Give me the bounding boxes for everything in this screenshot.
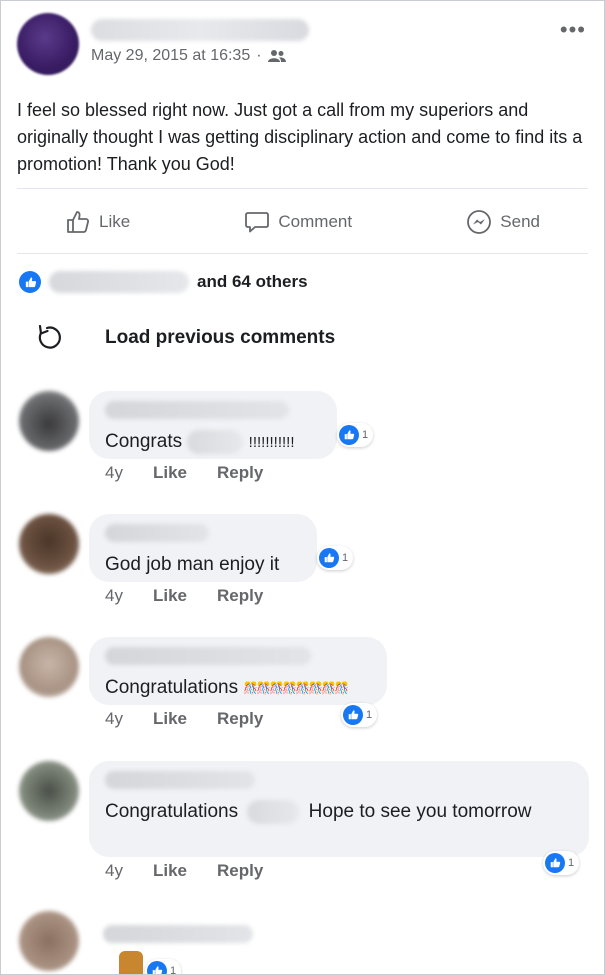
comment-reaction-pill[interactable]: 1 <box>337 423 374 447</box>
party-emoji: 🎊🎊🎊🎊🎊🎊🎊🎊 <box>243 681 349 695</box>
comment-text-part: Hope to see you tomorrow <box>308 801 532 822</box>
thumbs-up-badge-icon <box>19 271 41 293</box>
thumbs-up-badge-icon <box>343 705 363 725</box>
commenter-avatar[interactable] <box>19 514 79 574</box>
thumbs-up-badge-icon <box>545 853 565 873</box>
comment-item: Congrats !!!!!!!!!!! 1 4y Like Reply <box>19 391 588 491</box>
thumbs-up-emoji <box>119 951 143 974</box>
comment-reaction-pill[interactable]: 1 <box>341 703 378 727</box>
comment-reply-link[interactable]: Reply <box>217 586 263 606</box>
thumbs-up-badge-icon <box>339 425 359 445</box>
comment-button[interactable]: Comment <box>244 209 352 235</box>
thumbs-up-badge-icon <box>147 961 167 974</box>
tagged-name-blurred[interactable] <box>187 429 244 454</box>
post-text: I feel so blessed right now. Just got a … <box>17 100 583 174</box>
post-meta: May 29, 2015 at 16:35 · <box>91 47 286 65</box>
comment-time: 4y <box>105 861 123 880</box>
comment-like-link[interactable]: Like <box>153 463 187 483</box>
comment-text: Congratulations 🎊🎊🎊🎊🎊🎊🎊🎊 <box>105 675 371 701</box>
comment-reply-link[interactable]: Reply <box>217 709 263 729</box>
load-previous-comments[interactable]: Load previous comments <box>31 321 335 355</box>
comment-time: 4y <box>105 586 123 605</box>
more-icon[interactable]: ••• <box>560 19 586 41</box>
reaction-count: 1 <box>362 429 369 441</box>
comment-item: Congratulations 🎊🎊🎊🎊🎊🎊🎊🎊 1 4y Like Reply <box>19 637 588 737</box>
reaction-count: 1 <box>366 709 373 721</box>
comment-bubble: Congrats !!!!!!!!!!! <box>89 391 337 459</box>
author-name-blurred[interactable] <box>91 19 309 41</box>
comment-meta: 4y Like Reply <box>105 861 263 881</box>
commenter-name-blurred[interactable] <box>105 771 255 789</box>
post-timestamp[interactable]: May 29, 2015 at 16:35 <box>91 47 250 65</box>
commenter-name-blurred[interactable] <box>103 925 253 943</box>
comment-text-part: Congrats <box>105 431 183 452</box>
comment-text-part: Congratulations <box>105 677 239 699</box>
thumbs-up-badge-icon <box>319 548 339 568</box>
comment-icon <box>245 212 270 233</box>
reactions-summary[interactable]: and 64 others <box>19 271 308 293</box>
author-avatar[interactable] <box>17 13 79 75</box>
reaction-count: 1 <box>342 552 349 564</box>
post-header: May 29, 2015 at 16:35 · ••• <box>17 13 588 77</box>
send-button[interactable]: Send <box>466 209 540 235</box>
post-card: May 29, 2015 at 16:35 · ••• I feel so bl… <box>0 0 605 975</box>
comment-meta: 4y Like Reply <box>105 463 263 483</box>
comment-item: Congratulations Hope to see you tomorrow… <box>19 761 589 891</box>
reactions-count-text: and 64 others <box>197 272 308 291</box>
divider <box>17 188 588 189</box>
comment-time: 4y <box>105 463 123 482</box>
comment-reply-link[interactable]: Reply <box>217 463 263 483</box>
messenger-icon <box>467 210 492 234</box>
comment-text: Congrats !!!!!!!!!!! <box>105 429 321 456</box>
commenter-name-blurred[interactable] <box>105 647 311 665</box>
post-actions: Like Comment Send <box>17 197 588 247</box>
commenter-name-blurred[interactable] <box>105 401 289 419</box>
load-previous-label: Load previous comments <box>105 327 336 348</box>
commenter-avatar[interactable] <box>19 911 79 971</box>
comment-reaction-pill[interactable]: 1 <box>317 546 354 570</box>
divider <box>17 253 588 254</box>
comment-reply-link[interactable]: Reply <box>217 861 263 881</box>
commenter-avatar[interactable] <box>19 637 79 697</box>
reactor-name-blurred[interactable] <box>49 271 189 293</box>
like-icon <box>67 211 90 233</box>
send-label: Send <box>500 212 540 231</box>
reload-icon <box>38 324 61 349</box>
reaction-count: 1 <box>568 857 575 869</box>
like-label: Like <box>99 212 131 231</box>
comment-reaction-pill[interactable]: 1 <box>543 851 580 875</box>
comment-time: 4y <box>105 709 123 728</box>
like-button[interactable]: Like <box>65 209 130 235</box>
comment-bubble: Congratulations Hope to see you tomorrow <box>89 761 589 857</box>
commenter-avatar[interactable] <box>19 761 79 821</box>
people-icon <box>267 50 286 62</box>
reaction-count: 1 <box>170 965 177 975</box>
commenter-avatar[interactable] <box>19 391 79 451</box>
comment-bubble: Congratulations 🎊🎊🎊🎊🎊🎊🎊🎊 <box>89 637 387 705</box>
comment-reaction-pill[interactable]: 1 <box>145 959 182 975</box>
comment-like-link[interactable]: Like <box>153 861 187 881</box>
comment-meta: 4y Like Reply <box>105 586 263 606</box>
comment-item: 1 <box>19 911 588 975</box>
comment-like-link[interactable]: Like <box>153 586 187 606</box>
comment-text-part: Congratulations <box>105 801 239 822</box>
comment-text-part: !!!!!!!!!!! <box>248 434 295 451</box>
comment-text: Congratulations Hope to see you tomorrow <box>105 799 573 825</box>
comment-label: Comment <box>278 212 353 231</box>
meta-separator: · <box>256 47 262 64</box>
comment-meta: 4y Like Reply <box>105 709 263 729</box>
tagged-name-blurred[interactable] <box>247 799 300 824</box>
commenter-name-blurred[interactable] <box>105 524 209 542</box>
comment-like-link[interactable]: Like <box>153 709 187 729</box>
comment-text: God job man enjoy it <box>105 554 280 575</box>
comment-bubble: God job man enjoy it <box>89 514 317 582</box>
comment-item: God job man enjoy it 1 4y Like Reply <box>19 514 588 614</box>
